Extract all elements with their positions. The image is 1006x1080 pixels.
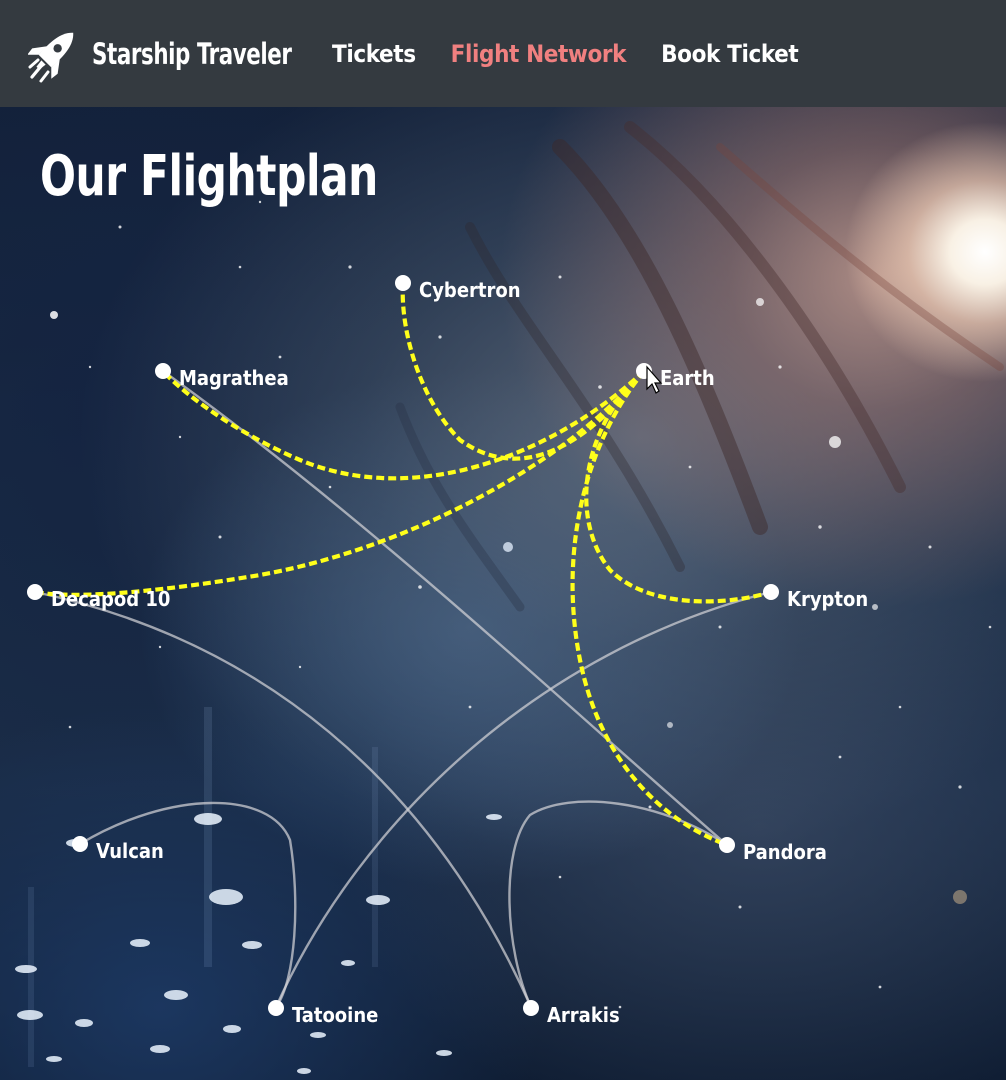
planet-decapod-10[interactable]: Decapod 10	[27, 584, 170, 611]
planet-label: Tatooine	[292, 1003, 378, 1027]
mouse-cursor-icon	[646, 365, 663, 394]
planet-label: Cybertron	[419, 278, 521, 302]
planet-pandora[interactable]: Pandora	[719, 837, 827, 864]
planet-dot	[763, 584, 779, 600]
planet-label: Magrathea	[179, 366, 289, 390]
route-earth-cybertron[interactable]	[400, 282, 646, 461]
planet-vulcan[interactable]: Vulcan	[72, 836, 164, 863]
nav-link-flight-network[interactable]: Flight Network	[451, 40, 627, 68]
planet-label: Krypton	[787, 587, 868, 611]
planet-arrakis[interactable]: Arrakis	[523, 1000, 620, 1027]
planet-label: Vulcan	[96, 839, 164, 863]
nav-links: Tickets Flight Network Book Ticket	[332, 0, 833, 107]
nav-link-book-ticket[interactable]: Book Ticket	[661, 40, 799, 68]
planet-label: Pandora	[743, 840, 827, 864]
planet-dot	[719, 837, 735, 853]
planet-dot	[155, 363, 171, 379]
planet-dot	[27, 584, 43, 600]
route-magrathea-pandora	[162, 370, 728, 846]
route-vulcan-tatooine	[79, 801, 297, 1008]
rocket-icon	[28, 32, 74, 82]
planet-magrathea[interactable]: Magrathea	[155, 363, 289, 390]
planet-dot	[268, 1000, 284, 1016]
flight-network-section: Our Flightplan Cybertron Magrathea Earth	[0, 107, 1006, 1080]
brand-logo-link[interactable]: Starship Traveler	[28, 25, 335, 83]
route-earth-decapod-10[interactable]	[34, 369, 646, 597]
brand-name: Starship Traveler	[92, 36, 292, 71]
planet-tatooine[interactable]: Tatooine	[268, 1000, 378, 1027]
planet-dot	[395, 275, 411, 291]
planet-label: Decapod 10	[51, 587, 170, 611]
planet-dot	[523, 1000, 539, 1016]
planet-dot	[72, 836, 88, 852]
route-decapod-10-arrakis	[34, 590, 533, 1008]
route-pandora-arrakis	[508, 800, 728, 1008]
route-krypton-tatooine	[274, 590, 772, 1008]
route-earth-krypton[interactable]	[584, 369, 772, 604]
nav-link-tickets[interactable]: Tickets	[332, 40, 416, 68]
planet-label: Arrakis	[547, 1003, 620, 1027]
flight-network-map: Cybertron Magrathea Earth Decapod 10 Kry…	[27, 275, 868, 1027]
planet-label: Earth	[660, 366, 715, 390]
routes	[34, 282, 772, 1008]
planet-cybertron[interactable]: Cybertron	[395, 275, 521, 302]
planet-krypton[interactable]: Krypton	[763, 584, 868, 611]
navbar: Starship Traveler Tickets Flight Network…	[0, 0, 1006, 107]
